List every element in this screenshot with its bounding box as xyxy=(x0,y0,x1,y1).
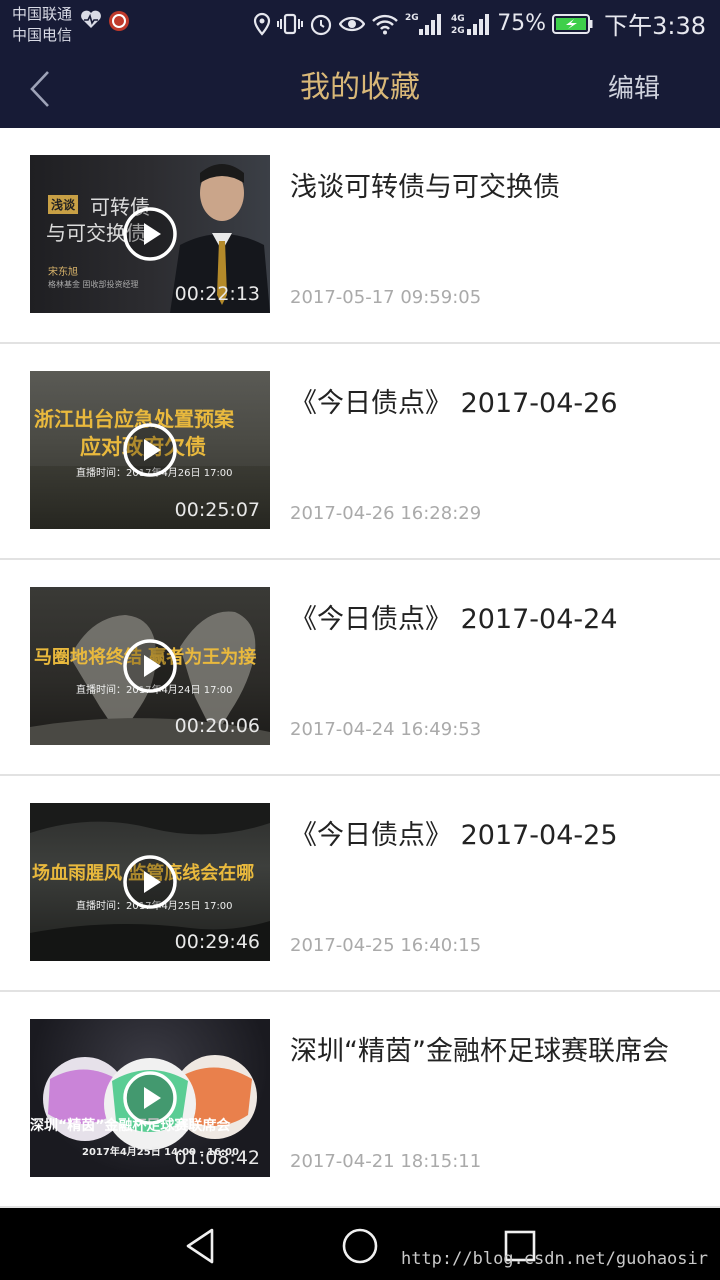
nav-home-icon[interactable] xyxy=(340,1226,380,1266)
signal-sim1-icon: 2G xyxy=(405,13,442,35)
item-title[interactable]: 浅谈可转债与可交换债 xyxy=(290,166,690,209)
alarm-icon xyxy=(311,14,332,35)
item-title[interactable]: 《今日债点》 2017-04-25 xyxy=(290,814,690,857)
video-thumbnail[interactable]: 马圈地将终结 赢者为王为接 直播时间：2017年4月24日 17:00 00:2… xyxy=(30,587,270,745)
video-thumbnail[interactable]: 浅谈 可转债 与可交换债 宋东旭 格林基金 固收部投资经理 00:22:13 xyxy=(30,155,270,313)
battery-percent: 75% xyxy=(497,11,547,36)
list-item[interactable]: 浅谈 可转债 与可交换债 宋东旭 格林基金 固收部投资经理 00:22:13 浅… xyxy=(0,128,720,344)
list-item[interactable]: 浙江出台应急处置预案 应对政府欠债 直播时间：2017年4月26日 17:00 … xyxy=(0,344,720,560)
watermark: http://blog.csdn.net/guohaosir xyxy=(400,1249,708,1269)
nav-back-icon[interactable] xyxy=(180,1226,220,1266)
status-carriers: 中国联通 中国电信 xyxy=(12,4,72,46)
status-left-icons xyxy=(80,10,130,32)
item-date: 2017-05-17 09:59:05 xyxy=(290,287,482,308)
list-item[interactable]: 马圈地将终结 赢者为王为接 直播时间：2017年4月24日 17:00 00:2… xyxy=(0,560,720,776)
carrier-2: 中国电信 xyxy=(12,26,73,44)
favorites-list: 浅谈 可转债 与可交换债 宋东旭 格林基金 固收部投资经理 00:22:13 浅… xyxy=(0,128,720,1208)
eye-care-icon xyxy=(339,16,366,31)
item-date: 2017-04-25 16:40:15 xyxy=(290,935,482,956)
video-duration: 00:22:13 xyxy=(174,283,260,305)
vibrate-icon xyxy=(277,13,304,34)
play-icon[interactable] xyxy=(122,206,178,262)
item-title[interactable]: 深圳“精茵”金融杯足球赛联席会 xyxy=(290,1030,690,1073)
video-thumbnail[interactable]: 深圳“精茵”金融杯足球赛联席会 2017年4月25日 14:00 - 16:00… xyxy=(30,1019,270,1177)
location-icon xyxy=(254,12,271,36)
list-item[interactable]: 深圳“精茵”金融杯足球赛联席会 2017年4月25日 14:00 - 16:00… xyxy=(0,992,720,1208)
item-date: 2017-04-24 16:49:53 xyxy=(290,719,482,740)
item-title[interactable]: 《今日债点》 2017-04-26 xyxy=(290,382,690,425)
system-navigation-bar xyxy=(0,1208,720,1280)
edit-button[interactable]: 编辑 xyxy=(608,70,660,108)
video-duration: 00:20:06 xyxy=(174,715,260,737)
play-icon[interactable] xyxy=(122,422,178,478)
video-duration: 01:08:42 xyxy=(174,1147,260,1169)
status-right: 2G 4G 2G 75% 下午3:38 xyxy=(253,6,706,41)
carrier-1: 中国联通 xyxy=(12,5,73,23)
health-heart-icon xyxy=(81,10,101,28)
list-item[interactable]: 场血雨腥风 监管底线会在哪 直播时间：2017年4月25日 17:00 00:2… xyxy=(0,776,720,992)
signal-sim2-network-b: 2G xyxy=(451,26,465,36)
video-thumbnail[interactable]: 浙江出台应急处置预案 应对政府欠债 直播时间：2017年4月26日 17:00 … xyxy=(30,371,270,529)
signal-sim2-network-a: 4G xyxy=(451,14,465,24)
battery-charging-icon xyxy=(552,13,593,34)
play-icon[interactable] xyxy=(122,638,178,694)
signal-sim1-network: 2G xyxy=(405,13,419,23)
video-duration: 00:25:07 xyxy=(174,499,260,521)
wifi-icon xyxy=(372,14,399,34)
status-time: 下午3:38 xyxy=(604,12,706,40)
item-date: 2017-04-26 16:28:29 xyxy=(290,503,482,524)
app-notification-icon xyxy=(109,11,129,31)
thumb-tag: 浅谈 xyxy=(48,195,79,214)
thumb-speaker: 宋东旭 xyxy=(48,267,78,278)
item-date: 2017-04-21 18:15:11 xyxy=(290,1151,482,1172)
video-thumbnail[interactable]: 场血雨腥风 监管底线会在哪 直播时间：2017年4月25日 17:00 00:2… xyxy=(30,803,270,961)
video-duration: 00:29:46 xyxy=(174,931,260,953)
play-icon[interactable] xyxy=(122,1070,178,1126)
play-icon[interactable] xyxy=(122,854,178,910)
header: 中国联通 中国电信 2G 4G 2G 75% 下午3:38 我的收藏 编辑 xyxy=(0,0,720,128)
thumb-speaker-title: 格林基金 固收部投资经理 xyxy=(48,280,139,289)
item-title[interactable]: 《今日债点》 2017-04-24 xyxy=(290,598,690,641)
signal-sim2-icon: 4G 2G xyxy=(451,13,490,36)
